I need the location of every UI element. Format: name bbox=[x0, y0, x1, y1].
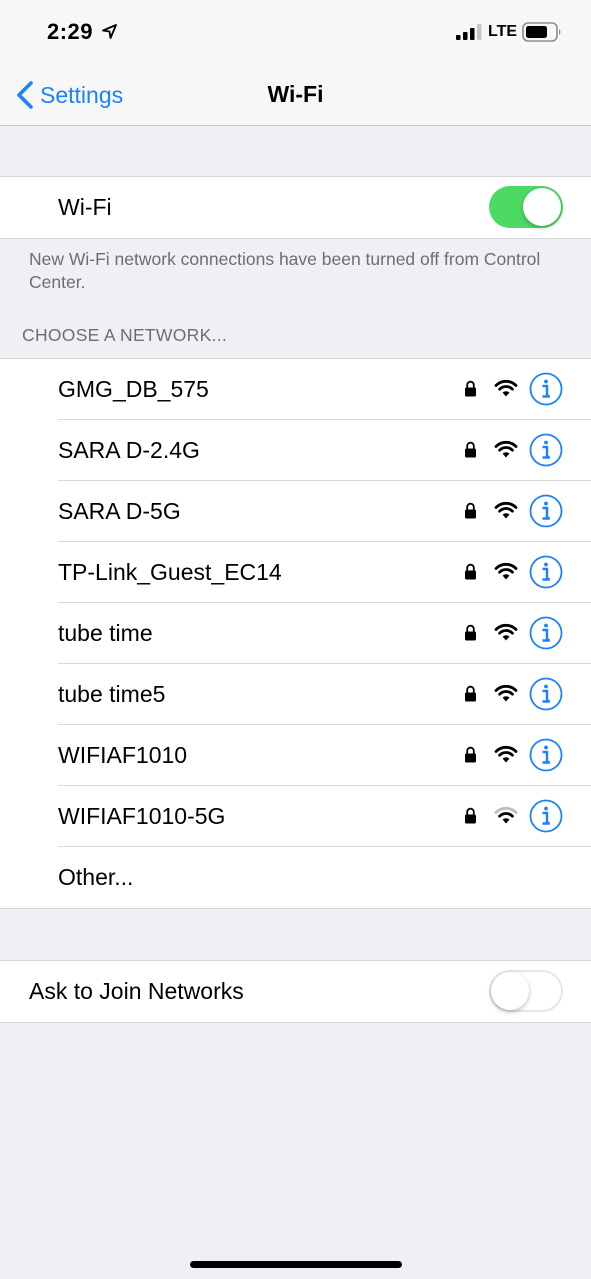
lock-icon bbox=[465, 441, 476, 458]
other-network-row[interactable]: Other... bbox=[0, 847, 591, 908]
cellular-signal-icon bbox=[456, 24, 482, 40]
toggle-knob bbox=[491, 972, 529, 1010]
wifi-note: New Wi-Fi network connections have been … bbox=[29, 249, 541, 292]
ask-to-join-label: Ask to Join Networks bbox=[29, 978, 244, 1004]
info-icon[interactable] bbox=[529, 677, 563, 711]
info-icon[interactable] bbox=[529, 799, 563, 833]
lock-icon bbox=[465, 746, 476, 763]
wifi-signal-icon bbox=[494, 440, 518, 458]
navigation-bar: Settings Wi-Fi bbox=[0, 64, 591, 126]
wifi-signal-icon bbox=[494, 623, 518, 641]
wifi-signal-icon bbox=[494, 562, 518, 580]
ask-to-join-row: Ask to Join Networks bbox=[0, 961, 591, 1022]
network-name: WIFIAF1010-5G bbox=[58, 803, 226, 829]
battery-icon bbox=[522, 22, 561, 42]
network-row[interactable]: SARA D-5G bbox=[0, 481, 591, 542]
info-icon[interactable] bbox=[529, 738, 563, 772]
info-icon[interactable] bbox=[529, 494, 563, 528]
ask-to-join-section: Ask to Join Networks bbox=[0, 960, 591, 1023]
network-row[interactable]: TP-Link_Guest_EC14 bbox=[0, 542, 591, 603]
network-row[interactable]: tube time5 bbox=[0, 664, 591, 725]
lock-icon bbox=[465, 807, 476, 824]
wifi-signal-icon bbox=[494, 501, 518, 519]
wifi-signal-icon bbox=[494, 684, 518, 702]
networks-section-header: CHOOSE A NETWORK... bbox=[22, 325, 228, 345]
ask-to-join-toggle[interactable] bbox=[489, 970, 563, 1012]
wifi-toggle-label: Wi-Fi bbox=[58, 194, 112, 220]
wifi-toggle-section: Wi-Fi bbox=[0, 176, 591, 239]
wifi-toggle-row: Wi-Fi bbox=[0, 177, 591, 238]
page-title: Wi-Fi bbox=[267, 81, 324, 107]
info-icon[interactable] bbox=[529, 616, 563, 650]
status-time: 2:29 bbox=[47, 19, 94, 44]
lock-icon bbox=[465, 502, 476, 519]
network-name: SARA D-5G bbox=[58, 498, 181, 524]
lock-icon bbox=[465, 624, 476, 641]
network-name: tube time bbox=[58, 620, 153, 646]
toggle-knob bbox=[523, 188, 561, 226]
home-indicator bbox=[190, 1261, 402, 1268]
network-name: SARA D-2.4G bbox=[58, 437, 200, 463]
info-icon[interactable] bbox=[529, 372, 563, 406]
network-row[interactable]: WIFIAF1010 bbox=[0, 725, 591, 786]
wifi-toggle-switch[interactable] bbox=[489, 186, 563, 228]
info-icon[interactable] bbox=[529, 433, 563, 467]
status-bar: 2:29 LTE bbox=[0, 0, 591, 64]
wifi-signal-icon bbox=[494, 745, 518, 763]
other-network-label: Other... bbox=[58, 864, 134, 890]
network-name: TP-Link_Guest_EC14 bbox=[58, 559, 282, 585]
network-row[interactable]: SARA D-2.4G bbox=[0, 420, 591, 481]
carrier-label: LTE bbox=[488, 23, 518, 40]
network-list: GMG_DB_575 SARA D-2.4G SARA D-5G TP-Link_Gu… bbox=[0, 358, 591, 909]
network-name: GMG_DB_575 bbox=[58, 376, 209, 402]
network-name: tube time5 bbox=[58, 681, 166, 707]
location-arrow-icon bbox=[102, 24, 117, 39]
wifi-signal-icon bbox=[494, 379, 518, 397]
lock-icon bbox=[465, 563, 476, 580]
network-row[interactable]: GMG_DB_575 bbox=[0, 359, 591, 420]
wifi-signal-icon bbox=[494, 806, 518, 824]
info-icon[interactable] bbox=[529, 555, 563, 589]
network-name: WIFIAF1010 bbox=[58, 742, 188, 768]
lock-icon bbox=[465, 380, 476, 397]
network-row[interactable]: WIFIAF1010-5G bbox=[0, 786, 591, 847]
network-row[interactable]: tube time bbox=[0, 603, 591, 664]
lock-icon bbox=[465, 685, 476, 702]
